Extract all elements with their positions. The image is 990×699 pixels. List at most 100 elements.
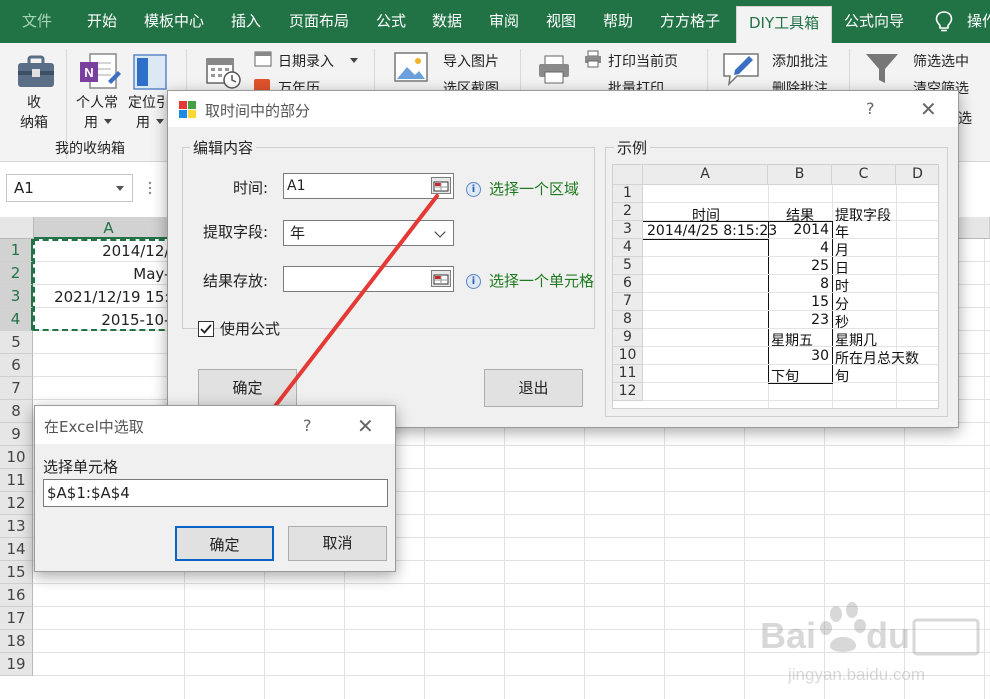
filter-selected-button[interactable]: 筛选选中	[913, 51, 969, 71]
chevron-down-icon[interactable]	[116, 186, 124, 191]
select-cancel-button[interactable]: 取消	[288, 526, 387, 561]
row-header-1[interactable]: 1	[0, 239, 33, 262]
example-field-11: 旬	[835, 369, 849, 385]
toolbox-icon	[18, 55, 54, 87]
row-header-14[interactable]: 14	[0, 538, 33, 561]
tab-view[interactable]: 视图	[546, 0, 576, 43]
locate-label-2[interactable]: 用	[136, 112, 150, 132]
name-box[interactable]: A1	[6, 174, 133, 202]
svg-text:Bai: Bai	[760, 615, 816, 656]
row-header-17[interactable]: 17	[0, 607, 33, 630]
tab-help[interactable]: 帮助	[603, 0, 633, 43]
field-select-value: 年	[290, 224, 306, 242]
checkmark-icon	[200, 324, 212, 334]
time-input-value: A1	[287, 178, 306, 194]
baidu-jingyan-watermark: Bai du jingyan.baidu.com	[760, 602, 980, 684]
chevron-down-icon[interactable]	[156, 119, 164, 124]
row-header-10[interactable]: 10	[0, 446, 33, 469]
row-header-13[interactable]: 13	[0, 515, 33, 538]
tab-page-layout[interactable]: 页面布局	[289, 0, 349, 43]
time-input[interactable]: A1	[283, 173, 454, 199]
field-label: 提取字段:	[203, 223, 269, 241]
row-header-18[interactable]: 18	[0, 630, 33, 653]
range-picker-icon[interactable]	[431, 270, 451, 287]
svg-text:du: du	[866, 615, 910, 656]
select-ok-button[interactable]: 确定	[175, 526, 274, 561]
row-header-8[interactable]: 8	[0, 400, 33, 423]
example-row-2: 2	[613, 203, 643, 221]
select-all-corner[interactable]	[0, 217, 34, 239]
chevron-down-icon[interactable]	[434, 226, 446, 238]
close-button[interactable]: ✕	[920, 99, 937, 119]
tab-insert[interactable]: 插入	[231, 0, 261, 43]
personal-label-1[interactable]: 个人常	[76, 92, 118, 112]
tab-formula-wizard[interactable]: 公式向导	[844, 0, 904, 43]
row-header-9[interactable]: 9	[0, 423, 33, 446]
date-entry-button[interactable]: 日期录入	[278, 51, 334, 71]
tab-data[interactable]: 数据	[432, 0, 462, 43]
row-header-7[interactable]: 7	[0, 377, 33, 400]
row-header-5[interactable]: 5	[0, 331, 33, 354]
example-row-3: 3	[613, 221, 643, 239]
add-comment-button[interactable]: 添加批注	[772, 51, 828, 71]
personal-label-2[interactable]: 用	[84, 112, 98, 132]
help-button[interactable]: ?	[303, 416, 312, 435]
row-header-6[interactable]: 6	[0, 354, 33, 377]
row-header-19[interactable]: 19	[0, 653, 33, 676]
import-image-button[interactable]: 导入图片	[443, 51, 499, 71]
example-header-time: 时间	[692, 208, 720, 224]
field-select[interactable]: 年	[283, 220, 454, 246]
drag-handle-icon[interactable]	[148, 180, 152, 196]
row-header-16[interactable]: 16	[0, 584, 33, 607]
tab-file[interactable]: 文件	[22, 0, 52, 43]
example-row-1: 1	[613, 185, 643, 203]
example-result-10: 30	[811, 348, 829, 364]
close-button[interactable]: ✕	[357, 416, 374, 436]
row-header-12[interactable]: 12	[0, 492, 33, 515]
collect-label-2[interactable]: 纳箱	[20, 112, 48, 132]
example-sheet: A B C D 1 2 3 4 5 6 7 8 9 10 11 12 时间 结果 提取字段 2014/…	[612, 164, 939, 409]
dialog-title: 取时间中的部分	[205, 102, 311, 120]
tab-tell-me[interactable]: 操作	[967, 0, 990, 43]
print-current-page-button[interactable]: 打印当前页	[608, 51, 678, 71]
dialog-titlebar[interactable]: 取时间中的部分 ? ✕	[168, 91, 958, 127]
tab-review[interactable]: 审阅	[489, 0, 519, 43]
row-header-2[interactable]: 2	[0, 262, 33, 285]
select-range-input[interactable]: $A$1:$A$4	[43, 479, 388, 507]
svg-text:jingyan.baidu.com: jingyan.baidu.com	[787, 665, 925, 684]
example-row-5: 5	[613, 257, 643, 275]
row-header-3[interactable]: 3	[0, 285, 33, 308]
exit-button[interactable]: 退出	[484, 369, 583, 407]
calendar-icon	[206, 58, 241, 89]
date-entry-icon	[254, 51, 272, 67]
example-field-7: 分	[835, 297, 849, 313]
locate-reference-icon	[133, 54, 167, 90]
result-input[interactable]	[283, 266, 454, 292]
tab-formulas[interactable]: 公式	[376, 0, 406, 43]
tab-diy-toolbox[interactable]: DIY工具箱	[736, 6, 833, 43]
chevron-down-icon[interactable]	[350, 58, 358, 63]
range-picker-icon[interactable]	[431, 177, 451, 194]
chevron-down-icon[interactable]	[104, 119, 112, 124]
example-row-10: 10	[613, 347, 643, 365]
tab-fangfang-gezi[interactable]: 方方格子	[660, 0, 720, 43]
select-dialog-titlebar[interactable]: 在Excel中选取 ? ✕	[35, 406, 395, 444]
column-header-a[interactable]: A	[34, 217, 184, 239]
row-header-4[interactable]: 4	[0, 308, 33, 331]
locate-label-1[interactable]: 定位引	[128, 92, 170, 112]
info-icon: i	[466, 182, 481, 197]
comment-icon	[723, 53, 759, 87]
row-header-11[interactable]: 11	[0, 469, 33, 492]
use-formula-label[interactable]: 使用公式	[220, 318, 280, 339]
help-button[interactable]: ?	[866, 99, 875, 118]
use-formula-checkbox[interactable]	[198, 321, 214, 337]
example-result-6: 8	[820, 276, 829, 292]
select-partial-button[interactable]: 选	[958, 108, 972, 128]
collect-label-1[interactable]: 收	[27, 92, 41, 112]
tab-home[interactable]: 开始	[87, 0, 117, 43]
tab-template-center[interactable]: 模板中心	[144, 0, 204, 43]
result-hint: 选择一个单元格	[489, 272, 595, 290]
row-header-15[interactable]: 15	[0, 561, 33, 584]
ok-button[interactable]: 确定	[198, 369, 297, 407]
example-field-6: 时	[835, 279, 849, 295]
